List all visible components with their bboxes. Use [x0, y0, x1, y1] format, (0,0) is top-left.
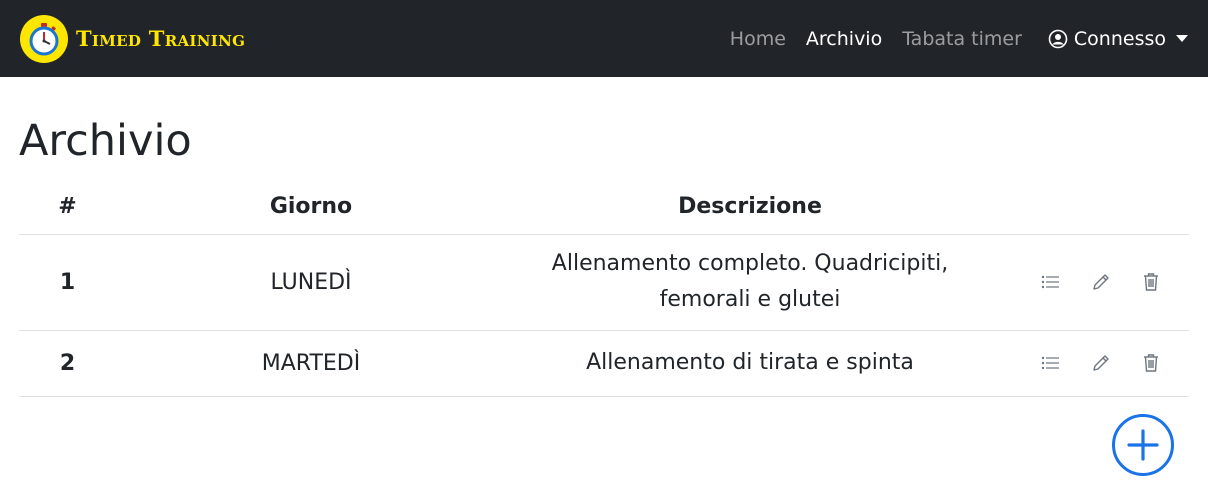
- trash-icon[interactable]: [1139, 351, 1163, 375]
- row-actions: [994, 330, 1189, 396]
- row-number: 2: [59, 350, 76, 376]
- add-training-button[interactable]: [1112, 414, 1174, 476]
- nav-archivio[interactable]: Archivio: [806, 28, 882, 50]
- table-row: 2 MARTEDÌ Allenamento di tirata e spinta: [19, 330, 1189, 396]
- stopwatch-icon: [20, 14, 68, 63]
- pencil-icon[interactable]: [1089, 351, 1113, 375]
- col-giorno: Giorno: [269, 193, 353, 219]
- nav-links: Home Archivio Tabata timer Connesso: [710, 0, 1188, 77]
- brand-name: Timed Training: [76, 26, 246, 51]
- col-descrizione: Descrizione: [678, 193, 822, 219]
- user-dropdown[interactable]: Connesso: [1048, 28, 1188, 50]
- navbar: Timed Training Home Archivio Tabata time…: [0, 0, 1208, 77]
- user-circle-icon: [1048, 29, 1068, 49]
- plus-circle-icon: [1127, 429, 1159, 461]
- list-icon[interactable]: [1039, 270, 1063, 294]
- brand[interactable]: Timed Training: [20, 14, 246, 63]
- row-description: Allenamento di tirata e spinta: [586, 350, 914, 375]
- list-icon[interactable]: [1039, 351, 1063, 375]
- row-number: 1: [59, 269, 76, 295]
- row-description-line: femorali e glutei: [659, 287, 841, 312]
- table-row: 1 LUNEDÌ Allenamento completo. Quadricip…: [19, 234, 1189, 330]
- row-description-line: Allenamento completo. Quadricipiti,: [551, 251, 949, 276]
- archive-table: # Giorno Descrizione 1 LUNEDÌ Allenament…: [19, 179, 1189, 397]
- trash-icon[interactable]: [1139, 270, 1163, 294]
- pencil-icon[interactable]: [1089, 270, 1113, 294]
- nav-home[interactable]: Home: [730, 28, 786, 50]
- row-day: LUNEDÌ: [270, 269, 352, 295]
- nav-tabata-timer[interactable]: Tabata timer: [902, 28, 1022, 50]
- row-day: MARTEDÌ: [261, 350, 361, 376]
- caret-down-icon: [1176, 35, 1188, 42]
- row-actions: [994, 234, 1189, 330]
- page-title: Archivio: [19, 116, 192, 166]
- col-number: #: [58, 193, 77, 219]
- row-description: Allenamento completo. Quadricipiti, femo…: [506, 234, 994, 330]
- user-label: Connesso: [1073, 27, 1166, 50]
- table-header: # Giorno Descrizione: [19, 179, 1189, 234]
- col-actions: [994, 179, 1189, 234]
